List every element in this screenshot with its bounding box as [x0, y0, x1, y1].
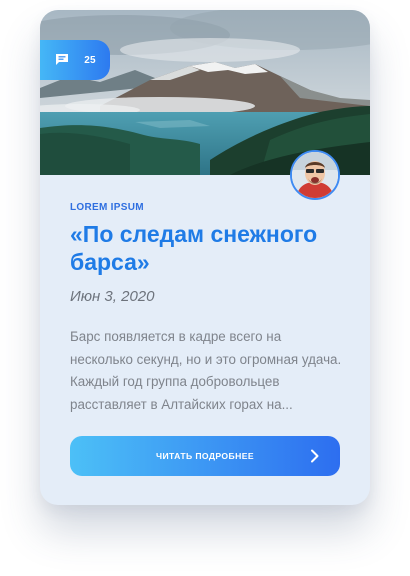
comment-count: 25 [84, 54, 96, 66]
article-excerpt: Барс появляется в кадре всего на несколь… [70, 329, 342, 412]
chevron-right-icon [310, 449, 320, 463]
comments-badge[interactable]: 25 [40, 40, 110, 80]
read-more-label: ЧИТАТЬ ПОДРОБНЕЕ [156, 451, 254, 461]
author-avatar[interactable] [290, 150, 340, 200]
article-card[interactable]: 25 LOREM IPSUM «По следам снежного барса… [40, 10, 370, 505]
category-label: LOREM IPSUM [70, 202, 144, 213]
publish-date: Июн 3, 2020 [70, 288, 155, 305]
read-more-button[interactable]: ЧИТАТЬ ПОДРОБНЕЕ [70, 436, 340, 476]
chat-bubble-icon [54, 52, 70, 68]
article-title[interactable]: «По следам снежного барса» [70, 220, 340, 276]
